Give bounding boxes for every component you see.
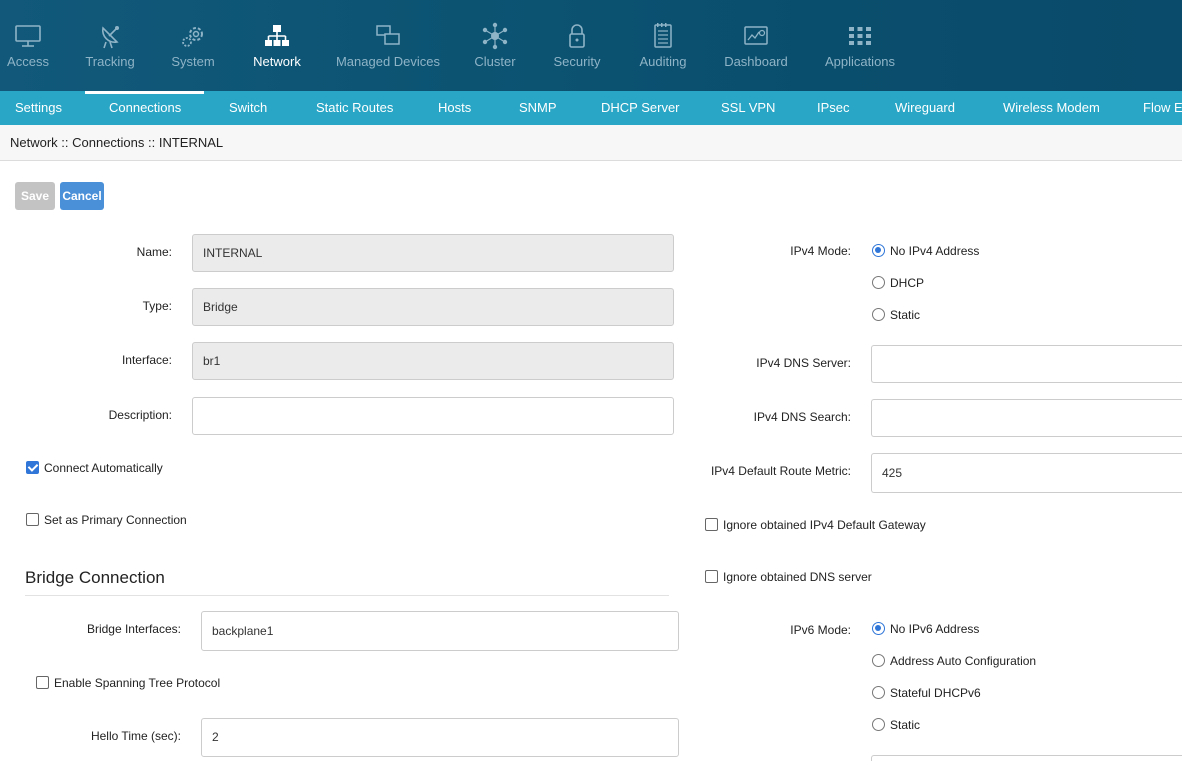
ipv6-dhcpv6-radio[interactable]: [872, 686, 885, 699]
interface-label: Interface:: [121, 353, 172, 367]
satellite-dish-icon: [95, 22, 125, 50]
tab-static-routes[interactable]: Static Routes: [316, 91, 393, 125]
cluster-icon: [480, 22, 510, 50]
name-field[interactable]: INTERNAL: [192, 234, 674, 272]
lock-icon: [562, 22, 592, 50]
gears-icon: [178, 22, 208, 50]
tab-settings[interactable]: Settings: [15, 91, 62, 125]
save-button[interactable]: Save: [15, 182, 55, 210]
tab-wireless-modem[interactable]: Wireless Modem: [1003, 91, 1100, 125]
nav-cluster[interactable]: Cluster: [468, 0, 522, 91]
spanning-tree-label: Enable Spanning Tree Protocol: [54, 676, 221, 690]
ipv4-dns-search-field[interactable]: [871, 399, 1182, 437]
tab-connections[interactable]: Connections: [109, 91, 181, 125]
ipv4-dns-server-label: IPv4 DNS Server:: [756, 356, 851, 370]
ipv4-dns-server-field[interactable]: [871, 345, 1182, 383]
nav-dashboard-label: Dashboard: [724, 54, 788, 69]
connect-automatically-checkbox[interactable]: [26, 461, 39, 474]
ipv4-none-radio[interactable]: [872, 244, 885, 257]
nav-dashboard[interactable]: Dashboard: [722, 0, 790, 91]
ipv4-none-label: No IPv4 Address: [890, 244, 980, 258]
nav-network-label: Network: [253, 54, 301, 69]
ignore-dns-label: Ignore obtained DNS server: [723, 570, 872, 584]
ipv4-dhcp-radio[interactable]: [872, 276, 885, 289]
tab-ssl-vpn[interactable]: SSL VPN: [721, 91, 775, 125]
ipv6-none-label: No IPv6 Address: [890, 622, 980, 636]
ipv4-dhcp-label: DHCP: [890, 276, 925, 290]
description-label: Description:: [108, 408, 172, 422]
tab-switch[interactable]: Switch: [229, 91, 267, 125]
ipv6-dhcpv6-label: Stateful DHCPv6: [890, 686, 981, 700]
active-tab-indicator: [85, 91, 204, 94]
nav-access[interactable]: Access: [0, 0, 56, 91]
nav-system[interactable]: System: [164, 0, 222, 91]
tab-snmp[interactable]: SNMP: [519, 91, 557, 125]
tab-flow-export[interactable]: Flow Ex: [1143, 91, 1182, 125]
nav-managed-devices-label: Managed Devices: [335, 54, 441, 69]
tab-hosts[interactable]: Hosts: [438, 91, 471, 125]
breadcrumb: Network :: Connections :: INTERNAL: [0, 125, 1182, 161]
nav-cluster-label: Cluster: [474, 54, 516, 69]
sub-navigation: Settings Connections Switch Static Route…: [0, 91, 1182, 125]
ipv4-route-metric-field[interactable]: 425: [871, 453, 1182, 493]
type-field[interactable]: Bridge: [192, 288, 674, 326]
ipv4-mode-label: IPv4 Mode:: [790, 244, 851, 258]
nav-security-label: Security: [553, 54, 601, 69]
breadcrumb-text: Network :: Connections :: INTERNAL: [10, 135, 224, 150]
tab-ipsec[interactable]: IPsec: [817, 91, 850, 125]
nav-applications-label: Applications: [824, 54, 896, 69]
nav-auditing-label: Auditing: [639, 54, 687, 69]
ignore-ipv4-gateway-label: Ignore obtained IPv4 Default Gateway: [723, 518, 926, 532]
interface-field[interactable]: br1: [192, 342, 674, 380]
ignore-ipv4-gateway-checkbox[interactable]: [705, 518, 718, 531]
tab-wireguard[interactable]: Wireguard: [895, 91, 955, 125]
ipv4-static-radio[interactable]: [872, 308, 885, 321]
nav-network[interactable]: Network: [245, 0, 309, 91]
primary-connection-label: Set as Primary Connection: [44, 513, 187, 527]
notepad-icon: [648, 22, 678, 50]
ipv6-auto-label: Address Auto Configuration: [890, 654, 1037, 668]
nav-managed-devices[interactable]: Managed Devices: [332, 0, 444, 91]
nav-tracking-label: Tracking: [85, 54, 135, 69]
spanning-tree-checkbox[interactable]: [36, 676, 49, 689]
nav-tracking[interactable]: Tracking: [78, 0, 142, 91]
nav-system-label: System: [171, 54, 215, 69]
name-label: Name:: [136, 245, 172, 259]
bridge-interfaces-field[interactable]: backplane1: [201, 611, 679, 651]
cancel-button[interactable]: Cancel: [60, 182, 104, 210]
primary-connection-checkbox[interactable]: [26, 513, 39, 526]
hello-time-label: Hello Time (sec):: [90, 729, 181, 743]
ipv4-dns-search-label: IPv4 DNS Search:: [753, 410, 851, 424]
next-field-edge: [871, 755, 1182, 761]
ipv6-static-label: Static: [890, 718, 921, 732]
description-field[interactable]: [192, 397, 674, 435]
network-icon: [262, 22, 292, 50]
type-label: Type:: [142, 299, 172, 313]
ipv6-none-radio[interactable]: [872, 622, 885, 635]
ipv6-auto-radio[interactable]: [872, 654, 885, 667]
tab-dhcp-server[interactable]: DHCP Server: [601, 91, 680, 125]
nav-auditing[interactable]: Auditing: [632, 0, 694, 91]
connect-automatically-label: Connect Automatically: [44, 461, 163, 475]
nav-security[interactable]: Security: [548, 0, 606, 91]
ipv6-mode-label: IPv6 Mode:: [790, 623, 851, 637]
ipv4-static-label: Static: [890, 308, 921, 322]
nav-applications[interactable]: Applications: [822, 0, 898, 91]
ipv4-route-metric-label: IPv4 Default Route Metric:: [710, 464, 851, 478]
bridge-section-title: Bridge Connection: [25, 568, 165, 587]
ipv6-static-radio[interactable]: [872, 718, 885, 731]
ignore-dns-checkbox[interactable]: [705, 570, 718, 583]
bridge-interfaces-label: Bridge Interfaces:: [86, 622, 181, 636]
top-navigation: Access Tracking System Network Managed D…: [0, 0, 1182, 91]
hello-time-field[interactable]: 2: [201, 718, 679, 757]
nav-access-label: Access: [7, 54, 49, 69]
monitor-icon: [13, 22, 43, 50]
grid-icon: [845, 22, 875, 50]
dashboard-icon: [741, 22, 771, 50]
devices-icon: [373, 22, 403, 50]
section-divider: [25, 595, 669, 596]
